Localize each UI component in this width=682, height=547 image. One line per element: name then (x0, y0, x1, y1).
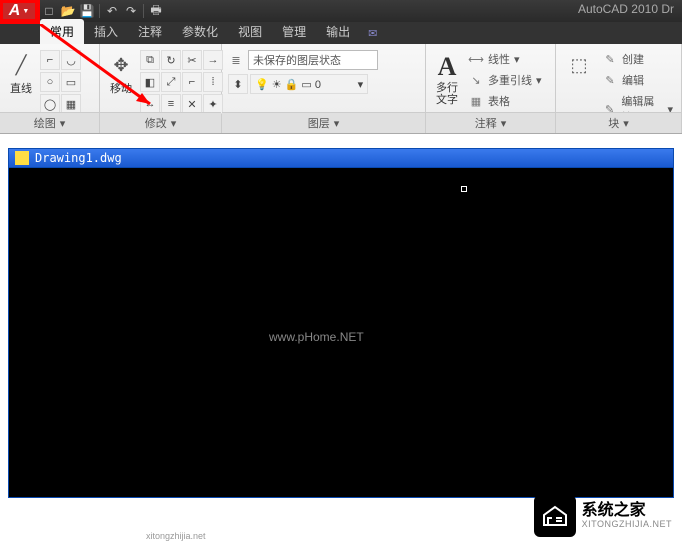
arc-tool[interactable]: ◡ (61, 50, 81, 70)
rectangle-tool[interactable]: ▭ (61, 72, 81, 92)
ribbon-tabs: 常用 插入 注释 参数化 视图 管理 输出 ✉ (0, 22, 682, 44)
panel-modify: ✥ 移动 ⧉ ↻ ✂ → ◧ ⤢ ⌐ ⁞ ↔ ≡ (100, 44, 222, 133)
table-tool[interactable]: ▦表格 (466, 92, 544, 110)
app-title: AutoCAD 2010 Dr (578, 2, 674, 16)
chevron-down-icon: ▾ (60, 117, 66, 130)
chevron-down-icon: ▾ (501, 117, 507, 130)
watermark-center: www.pHome.NET (269, 330, 364, 344)
redo-icon[interactable]: ↷ (122, 2, 140, 20)
site-logo-icon (534, 495, 576, 537)
panel-draw: ╱ 直线 ⌐ ◡ ○ ▭ ◯ ▦ 绘图▾ (0, 44, 100, 133)
tab-view[interactable]: 视图 (228, 19, 272, 44)
block-icon: ⬚ (566, 52, 592, 78)
polyline-tool[interactable]: ⌐ (40, 50, 60, 70)
panel-block: ⬚ ✎创建 ✎编辑 ✎编辑属性 ▾ 块▾ (556, 44, 682, 133)
erase-tool[interactable]: ✕ (182, 94, 202, 114)
dimension-linear-tool[interactable]: ⟷线性 ▾ (466, 50, 544, 68)
move-tool[interactable]: ✥ 移动 (106, 50, 136, 98)
hatch-tool[interactable]: ▦ (61, 94, 81, 114)
panel-draw-title[interactable]: 绘图▾ (0, 112, 99, 133)
extend-tool[interactable]: → (203, 50, 223, 70)
dropdown-arrow-icon: ▼ (22, 8, 29, 15)
line-tool[interactable]: ╱ 直线 (6, 50, 36, 98)
trim-tool[interactable]: ✂ (182, 50, 202, 70)
mleader-icon: ↘ (468, 73, 484, 87)
dimension-icon: ⟷ (468, 52, 484, 66)
panel-annotation-title[interactable]: 注释▾ (426, 112, 555, 133)
new-file-icon[interactable]: □ (40, 2, 58, 20)
rotate-tool[interactable]: ↻ (161, 50, 181, 70)
tab-extra-icon[interactable]: ✉ (360, 23, 385, 44)
drawing-window: Drawing1.dwg www.pHome.NET (8, 148, 674, 467)
block-create-tool[interactable]: ✎创建 (600, 50, 675, 68)
chevron-down-icon: ▾ (171, 117, 177, 130)
copy-tool[interactable]: ⧉ (140, 50, 160, 70)
autocad-logo: A (9, 2, 21, 20)
site-name-cn: 系统之家 (582, 502, 672, 520)
panel-annotation: A 多行 文字 ⟷线性 ▾ ↘多重引线 ▾ ▦表格 注释▾ (426, 44, 556, 133)
mleader-tool[interactable]: ↘多重引线 ▾ (466, 71, 544, 89)
chevron-down-icon: ▾ (623, 117, 629, 130)
tab-insert[interactable]: 插入 (84, 19, 128, 44)
layer-state-combo[interactable]: 未保存的图层状态 (248, 50, 378, 70)
create-icon: ✎ (602, 52, 618, 66)
move-icon: ✥ (108, 52, 134, 78)
tab-output[interactable]: 输出 (316, 19, 360, 44)
tab-annotate[interactable]: 注释 (128, 19, 172, 44)
chevron-down-icon: ▾ (334, 117, 340, 130)
ellipse-tool[interactable]: ◯ (40, 94, 60, 114)
panel-layer: ≣ 未保存的图层状态 ⬍ 💡 ☀ 🔒 ▭ 0 ▾ 图层▾ (222, 44, 426, 133)
circle-tool[interactable]: ○ (40, 72, 60, 92)
layer-manager-icon[interactable]: ≣ (228, 53, 244, 67)
tab-parametric[interactable]: 参数化 (172, 19, 228, 44)
stretch-tool[interactable]: ↔ (140, 94, 160, 114)
edit-icon: ✎ (602, 73, 618, 87)
open-file-icon[interactable]: 📂 (59, 2, 77, 20)
offset-tool[interactable]: ≡ (161, 94, 181, 114)
panel-block-title[interactable]: 块▾ (556, 112, 681, 133)
site-logo: 系统之家 XITONGZHIJIA.NET (534, 495, 672, 537)
mtext-tool[interactable]: A 多行 文字 (432, 50, 462, 108)
tab-manage[interactable]: 管理 (272, 19, 316, 44)
explode-tool[interactable]: ✦ (203, 94, 223, 114)
drawing-canvas[interactable]: www.pHome.NET (8, 168, 674, 498)
scale-tool[interactable]: ⤢ (161, 72, 181, 92)
fillet-tool[interactable]: ⌐ (182, 72, 202, 92)
block-edit-tool[interactable]: ✎编辑 (600, 71, 675, 89)
watermark-corner: xitongzhijia.net (146, 531, 206, 541)
block-insert-tool[interactable]: ⬚ (562, 50, 596, 80)
app-menu-button[interactable]: A ▼ (0, 0, 38, 22)
dwg-file-icon (15, 151, 29, 165)
crosshair-pickbox (461, 186, 467, 192)
drawing-filename: Drawing1.dwg (35, 151, 122, 165)
array-tool[interactable]: ⁞ (203, 72, 223, 92)
text-icon: A (438, 52, 457, 82)
undo-icon[interactable]: ↶ (103, 2, 121, 20)
drawing-titlebar[interactable]: Drawing1.dwg (8, 148, 674, 168)
site-name-en: XITONGZHIJIA.NET (582, 520, 672, 530)
line-icon: ╱ (8, 52, 34, 78)
panel-modify-title[interactable]: 修改▾ (100, 112, 221, 133)
print-icon[interactable]: 🖶 (147, 2, 165, 20)
layer-props-icon[interactable]: ⬍ (228, 74, 248, 94)
ribbon: ╱ 直线 ⌐ ◡ ○ ▭ ◯ ▦ 绘图▾ (0, 44, 682, 134)
panel-layer-title[interactable]: 图层▾ (222, 112, 425, 133)
layer-current-combo[interactable]: 💡 ☀ 🔒 ▭ 0 ▾ (250, 74, 368, 94)
tab-home[interactable]: 常用 (40, 19, 84, 44)
save-file-icon[interactable]: 💾 (78, 2, 96, 20)
table-icon: ▦ (468, 94, 484, 108)
mirror-tool[interactable]: ◧ (140, 72, 160, 92)
